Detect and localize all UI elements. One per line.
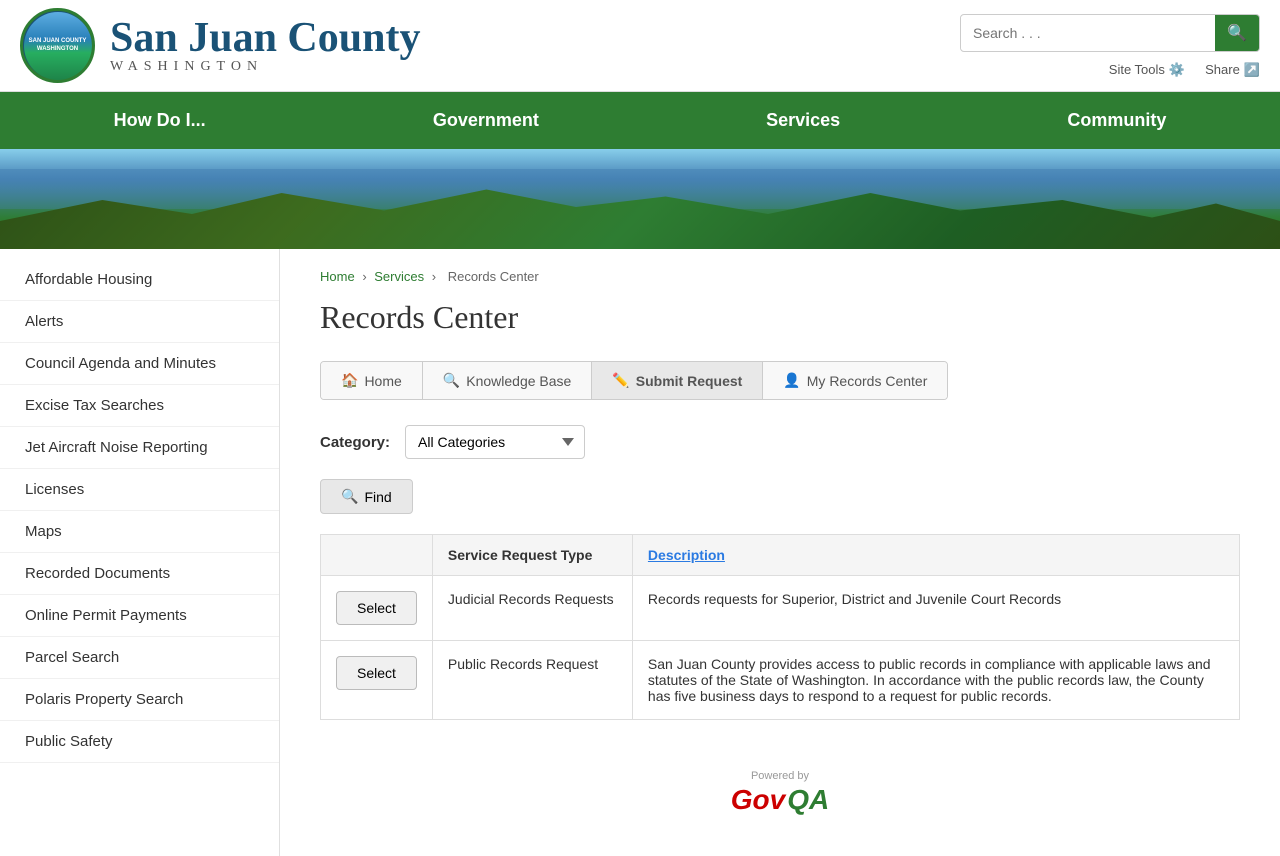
tab-submit-label: Submit Request — [636, 373, 743, 389]
sidebar-item-recorded-docs[interactable]: Recorded Documents — [0, 553, 279, 595]
qa-text: QA — [787, 784, 829, 816]
sidebar-item-parcel-search[interactable]: Parcel Search — [0, 637, 279, 679]
breadcrumb-sep-1: › — [362, 269, 370, 284]
find-icon: 🔍 — [341, 488, 358, 505]
share-link[interactable]: Share ↗️ — [1205, 62, 1260, 78]
sidebar-item-licenses[interactable]: Licenses — [0, 469, 279, 511]
knowledge-icon: 🔍 — [443, 372, 460, 389]
breadcrumb: Home › Services › Records Center — [320, 269, 1240, 284]
main-content: Home › Services › Records Center Records… — [280, 249, 1280, 856]
sidebar-item-jet-aircraft[interactable]: Jet Aircraft Noise Reporting — [0, 427, 279, 469]
submit-icon: ✏️ — [612, 372, 629, 389]
tab-my-records-label: My Records Center — [807, 373, 928, 389]
share-label: Share — [1205, 62, 1240, 77]
row2-desc: San Juan County provides access to publi… — [632, 641, 1239, 720]
header-title-area: San Juan County WASHINGTON — [110, 17, 420, 75]
row1-desc: Records requests for Superior, District … — [632, 576, 1239, 641]
my-records-icon: 👤 — [783, 372, 800, 389]
page-title: Records Center — [320, 299, 1240, 336]
header-right: 🔍 Site Tools ⚙️ Share ↗️ — [960, 14, 1260, 78]
col-header-desc[interactable]: Description — [632, 535, 1239, 576]
tab-knowledge-label: Knowledge Base — [466, 373, 571, 389]
category-select[interactable]: All Categories — [405, 425, 585, 459]
sidebar-item-affordable-housing[interactable]: Affordable Housing — [0, 259, 279, 301]
search-button[interactable]: 🔍 — [1215, 15, 1259, 51]
home-icon: 🏠 — [341, 372, 358, 389]
nav-item-community[interactable]: Community — [1027, 92, 1206, 149]
row1-type: Judicial Records Requests — [432, 576, 632, 641]
main-wrapper: Affordable Housing Alerts Council Agenda… — [0, 249, 1280, 856]
govqa-footer: Powered by Gov QA — [320, 750, 1240, 836]
gear-icon: ⚙️ — [1169, 62, 1185, 78]
hero-image — [0, 149, 1280, 249]
nav-item-how-do-i[interactable]: How Do I... — [74, 92, 246, 149]
records-table: Service Request Type Description Select … — [320, 534, 1240, 720]
sidebar: Affordable Housing Alerts Council Agenda… — [0, 249, 280, 856]
breadcrumb-services[interactable]: Services — [374, 269, 424, 284]
tab-home[interactable]: 🏠 Home — [321, 362, 423, 399]
tab-submit-request[interactable]: ✏️ Submit Request — [592, 362, 763, 399]
col-header-type: Service Request Type — [432, 535, 632, 576]
seal-text: SAN JUAN COUNTY WASHINGTON — [24, 38, 92, 52]
tab-home-label: Home — [364, 373, 401, 389]
site-tools-label: Site Tools — [1109, 62, 1165, 77]
nav-item-services[interactable]: Services — [726, 92, 880, 149]
breadcrumb-home[interactable]: Home — [320, 269, 355, 284]
header-tools: Site Tools ⚙️ Share ↗️ — [1109, 62, 1260, 78]
tab-knowledge-base[interactable]: 🔍 Knowledge Base — [423, 362, 593, 399]
col-header-action — [321, 535, 433, 576]
sidebar-item-excise-tax[interactable]: Excise Tax Searches — [0, 385, 279, 427]
search-box[interactable]: 🔍 — [960, 14, 1260, 52]
tab-my-records[interactable]: 👤 My Records Center — [763, 362, 947, 399]
find-button[interactable]: 🔍 Find — [320, 479, 413, 514]
sidebar-item-maps[interactable]: Maps — [0, 511, 279, 553]
table-row: Select Judicial Records Requests Records… — [321, 576, 1240, 641]
logo-area: SAN JUAN COUNTY WASHINGTON San Juan Coun… — [20, 8, 420, 83]
gov-text: Gov — [731, 784, 785, 816]
state-name: WASHINGTON — [110, 59, 420, 75]
sidebar-item-online-permit[interactable]: Online Permit Payments — [0, 595, 279, 637]
powered-by-text: Powered by — [340, 770, 1220, 782]
select-button-2[interactable]: Select — [336, 656, 417, 690]
sidebar-item-polaris[interactable]: Polaris Property Search — [0, 679, 279, 721]
row2-type: Public Records Request — [432, 641, 632, 720]
sidebar-item-public-safety[interactable]: Public Safety — [0, 721, 279, 763]
category-label: Category: — [320, 434, 390, 451]
main-nav: How Do I... Government Services Communit… — [0, 92, 1280, 149]
records-tabs: 🏠 Home 🔍 Knowledge Base ✏️ Submit Reques… — [320, 361, 948, 400]
county-name: San Juan County — [110, 17, 420, 59]
sidebar-item-alerts[interactable]: Alerts — [0, 301, 279, 343]
share-icon: ↗️ — [1244, 62, 1260, 78]
breadcrumb-sep-2: › — [432, 269, 440, 284]
county-seal: SAN JUAN COUNTY WASHINGTON — [20, 8, 95, 83]
sidebar-item-council-agenda[interactable]: Council Agenda and Minutes — [0, 343, 279, 385]
find-label: Find — [364, 489, 391, 505]
category-row: Category: All Categories — [320, 425, 1240, 459]
header-top: SAN JUAN COUNTY WASHINGTON San Juan Coun… — [0, 0, 1280, 92]
breadcrumb-current: Records Center — [448, 269, 539, 284]
row1-action: Select — [321, 576, 433, 641]
govqa-brand: Gov QA — [340, 784, 1220, 816]
search-input[interactable] — [961, 17, 1215, 49]
table-row: Select Public Records Request San Juan C… — [321, 641, 1240, 720]
select-button-1[interactable]: Select — [336, 591, 417, 625]
nav-item-government[interactable]: Government — [393, 92, 579, 149]
site-tools-link[interactable]: Site Tools ⚙️ — [1109, 62, 1185, 78]
row2-action: Select — [321, 641, 433, 720]
